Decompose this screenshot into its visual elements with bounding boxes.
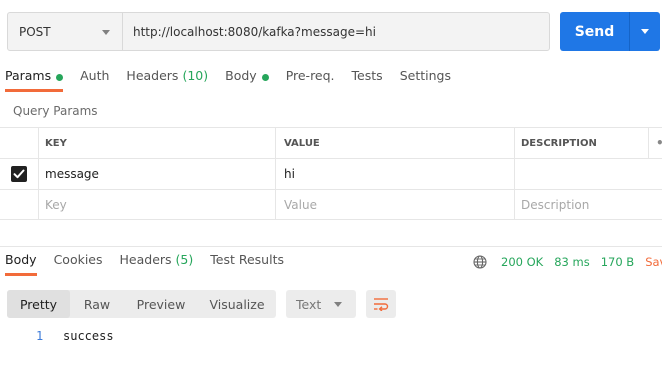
chevron-down-icon [641,29,649,34]
more-horizontal-icon: ••• [649,136,662,150]
wrap-lines-icon [374,298,389,311]
tab-headers[interactable]: Headers (10) [126,68,208,92]
send-options-button[interactable] [629,12,660,51]
send-button-group: Send [560,12,660,51]
tab-label: Body [225,68,257,83]
tab-label: Test Results [210,252,284,267]
param-value-cell[interactable]: hi [275,159,514,189]
tab-label: Cookies [53,252,103,267]
column-header-description: DESCRIPTION [514,128,648,158]
response-tabs: Body Cookies Headers (5) Test Results [0,252,301,276]
tab-label: Tests [351,68,383,83]
response-status-bar: 200 OK 83 ms 170 B Sav [473,255,662,269]
more-options-button[interactable]: ••• [648,128,662,158]
chevron-down-icon [334,302,342,307]
save-response-button[interactable]: Sav [645,255,662,269]
header-checkbox-cell [0,128,38,158]
tab-label: Params [5,68,52,83]
body-indicator-dot [261,74,269,81]
language-label: Text [296,296,322,312]
tab-params[interactable]: Params [5,68,64,92]
table-header-row: KEY VALUE DESCRIPTION ••• [0,127,662,158]
row-checkbox-cell [0,159,38,189]
tab-body[interactable]: Body [225,68,269,92]
url-input[interactable] [133,24,549,39]
column-header-value: VALUE [275,128,514,158]
checkmark-icon [13,169,25,179]
response-time[interactable]: 83 ms [554,255,589,269]
method-select[interactable]: POST [8,13,123,50]
param-checkbox[interactable] [11,166,27,182]
response-body-code[interactable]: 1 success [0,329,300,347]
format-visualize[interactable]: Visualize [198,290,276,318]
new-key-field[interactable]: Key [38,190,275,219]
format-preview[interactable]: Preview [124,290,198,318]
method-label: POST [19,24,51,39]
format-raw[interactable]: Raw [70,290,124,318]
query-params-title: Query Params [13,104,98,118]
param-key: message [45,167,99,181]
tab-cookies[interactable]: Cookies [54,252,103,276]
line-number: 1 [36,329,44,343]
wrap-lines-button[interactable] [366,290,396,318]
headers-count: (10) [182,68,209,83]
tab-test-results[interactable]: Test Results [210,252,284,276]
send-button[interactable]: Send [560,12,629,51]
tab-pre-request[interactable]: Pre-req. [286,68,335,92]
code-line-text: success [63,329,114,343]
response-divider[interactable] [0,246,662,247]
globe-icon[interactable] [473,255,487,269]
description-placeholder: Description [521,197,590,212]
tab-label: Headers [126,68,179,83]
url-field [123,13,549,50]
tab-tests[interactable]: Tests [352,68,383,92]
table-row-empty: Key Value Description [0,189,662,220]
tab-label: Pre-req. [285,68,335,83]
param-key-cell[interactable]: message [38,159,275,189]
param-value: hi [284,167,295,181]
tab-label: Settings [399,68,451,83]
tab-response-headers[interactable]: Headers (5) [120,252,194,276]
request-tabs: Params Auth Headers (10) Body Pre-req. T… [0,68,468,92]
tab-label: Auth [80,68,110,83]
format-pretty[interactable]: Pretty [7,290,70,318]
row-checkbox-cell [0,190,38,219]
chevron-down-icon [102,30,110,35]
tab-label: Body [5,252,37,267]
table-row: message hi [0,158,662,189]
value-placeholder: Value [284,197,317,212]
new-description-field[interactable]: Description [514,190,648,219]
tab-settings[interactable]: Settings [400,68,451,92]
key-placeholder: Key [45,197,67,212]
new-value-field[interactable]: Value [275,190,514,219]
tab-response-body[interactable]: Body [5,252,37,276]
request-bar: POST [7,12,550,51]
format-tabs: Pretty Raw Preview Visualize [7,290,276,318]
response-headers-count: (5) [175,252,194,267]
response-size[interactable]: 170 B [601,255,635,269]
tab-auth[interactable]: Auth [80,68,109,92]
language-select[interactable]: Text [286,290,356,318]
column-header-key: KEY [38,128,275,158]
param-description-cell[interactable] [514,159,648,189]
params-indicator-dot [56,74,64,81]
query-params-table: KEY VALUE DESCRIPTION ••• message hi Key [0,127,662,220]
tab-label: Headers [119,252,172,267]
globe-icon-svg [473,255,487,269]
status-code[interactable]: 200 OK [501,255,543,269]
